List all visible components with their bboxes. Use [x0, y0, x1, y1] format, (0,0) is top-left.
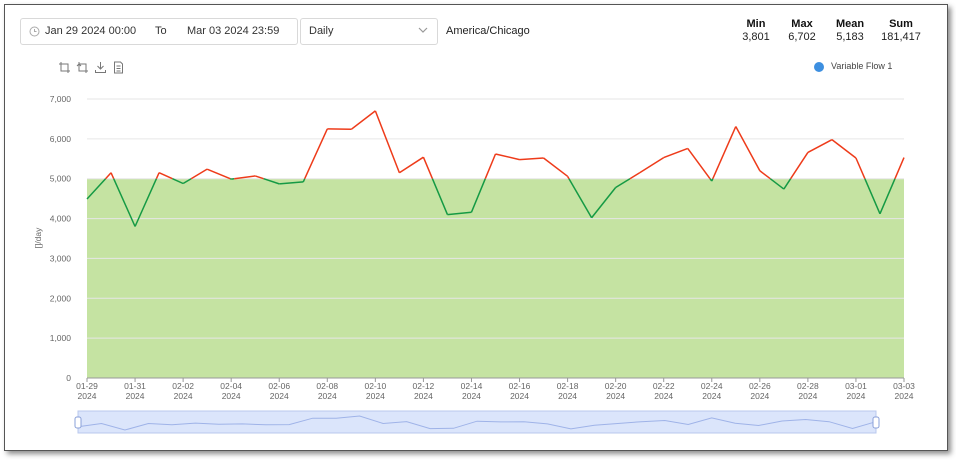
y-tick-label: 6,000 — [50, 134, 72, 144]
line-chart: 0 1,000 2,000 3,000 4,000 5,000 6,000 7,000 []/d… — [33, 94, 915, 434]
x-tick-year: 2024 — [702, 391, 721, 401]
x-tick-year: 2024 — [414, 391, 433, 401]
x-tick-year: 2024 — [174, 391, 193, 401]
x-tick-label: 02-16 — [509, 381, 531, 391]
y-tick-label: 3,000 — [50, 253, 72, 263]
x-tick-label: 02-08 — [316, 381, 338, 391]
x-tick-label: 02-28 — [797, 381, 819, 391]
x-tick-label: 01-31 — [124, 381, 146, 391]
x-tick-label: 02-02 — [172, 381, 194, 391]
x-tick-label: 02-20 — [605, 381, 627, 391]
series-segment — [484, 153, 497, 180]
x-tick-year: 2024 — [895, 391, 914, 401]
series-segment — [712, 126, 737, 180]
y-tick-label: 0 — [66, 373, 71, 383]
x-tick-label: 02-06 — [268, 381, 290, 391]
series-segment — [158, 172, 173, 180]
series-segment — [519, 157, 544, 161]
series-segment — [759, 170, 771, 180]
series-segment — [855, 157, 866, 180]
series-segment — [711, 178, 714, 182]
x-tick-label: 02-26 — [749, 381, 771, 391]
x-tick-year: 2024 — [78, 391, 97, 401]
x-tick-year: 2024 — [126, 391, 145, 401]
series-segment — [350, 110, 376, 130]
series-segment — [190, 168, 208, 180]
y-axis-label: []/day — [33, 227, 43, 249]
series-segment — [663, 147, 689, 159]
x-tick-label: 02-18 — [557, 381, 579, 391]
x-tick-year: 2024 — [510, 391, 529, 401]
series-segment — [629, 172, 641, 180]
series-segment — [304, 128, 328, 180]
x-tick-year: 2024 — [606, 391, 625, 401]
y-tick-label: 5,000 — [50, 174, 72, 184]
series-segment — [831, 139, 857, 159]
series-segment — [105, 172, 112, 180]
threshold-band — [87, 178, 904, 378]
x-tick-year: 2024 — [798, 391, 817, 401]
x-tick-label: 03-03 — [893, 381, 915, 391]
series-segment — [374, 110, 401, 174]
y-tick-label: 7,000 — [50, 94, 72, 104]
series-segment — [807, 138, 833, 154]
x-tick-year: 2024 — [462, 391, 481, 401]
x-tick-label: 02-12 — [413, 381, 435, 391]
x-tick-year: 2024 — [270, 391, 289, 401]
slider-left-handle[interactable] — [74, 416, 82, 429]
x-tick-year: 2024 — [846, 391, 865, 401]
series-segment — [206, 168, 231, 180]
y-tick-label: 2,000 — [50, 293, 72, 303]
data-zoom-slider — [77, 410, 877, 434]
series-segment — [422, 156, 434, 180]
y-tick-label: 4,000 — [50, 214, 72, 224]
series-segment — [495, 153, 520, 161]
slider-right-handle[interactable] — [872, 416, 880, 429]
series-segment — [687, 147, 711, 180]
x-tick-year: 2024 — [750, 391, 769, 401]
x-tick-label: 03-01 — [845, 381, 867, 391]
y-tick-label: 1,000 — [50, 333, 72, 343]
x-tick-label: 01-29 — [76, 381, 98, 391]
series-segment — [894, 157, 905, 180]
x-tick-label: 02-14 — [461, 381, 483, 391]
series-segment — [790, 151, 809, 180]
series-segment — [735, 126, 761, 172]
x-tick-label: 02-24 — [701, 381, 723, 391]
x-tick-year: 2024 — [222, 391, 241, 401]
x-tick-year: 2024 — [654, 391, 673, 401]
series-segment — [155, 172, 160, 180]
x-tick-year: 2024 — [318, 391, 337, 401]
series-segment — [639, 156, 665, 174]
x-tick-year: 2024 — [558, 391, 577, 401]
x-tick-year: 2024 — [366, 391, 385, 401]
x-tick-label: 02-04 — [220, 381, 242, 391]
x-tick-label: 02-10 — [364, 381, 386, 391]
series-segment — [110, 172, 115, 180]
x-tick-label: 02-22 — [653, 381, 675, 391]
series-segment — [543, 157, 569, 177]
series-segment — [398, 156, 424, 174]
